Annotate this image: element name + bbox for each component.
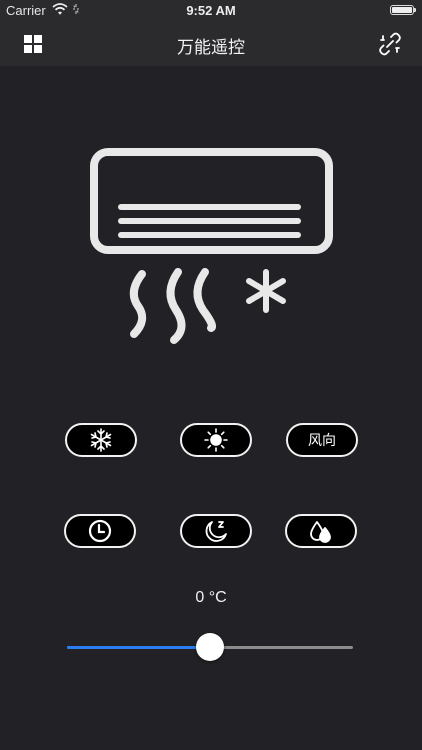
slider-thumb[interactable] (196, 633, 224, 661)
sun-icon (204, 428, 228, 452)
page-title: 万能遥控 (177, 38, 245, 57)
clock-icon (88, 519, 112, 543)
slider-fill (67, 646, 210, 649)
temperature-display: 0 °C (195, 589, 227, 606)
status-bar: Carrier 9:52 AM (0, 0, 422, 22)
unlink-icon[interactable] (378, 32, 402, 56)
sleep-mode-button[interactable] (180, 514, 252, 548)
navigation-bar: 万能遥控 (0, 22, 422, 66)
sleep-moon-icon (205, 521, 227, 542)
water-drops-icon (310, 521, 331, 543)
dehumidify-button[interactable] (285, 514, 357, 548)
temperature-slider[interactable] (67, 633, 353, 661)
battery-icon (390, 5, 416, 15)
wind-direction-label: 风向 (308, 432, 336, 448)
wind-direction-button[interactable]: 风向 (286, 423, 358, 457)
status-time: 9:52 AM (186, 3, 236, 18)
timer-button[interactable] (64, 514, 136, 548)
cool-mode-button[interactable] (65, 423, 137, 457)
snowflake-icon (90, 428, 112, 452)
heat-mode-button[interactable] (180, 423, 252, 457)
air-conditioner-illustration (90, 148, 333, 344)
